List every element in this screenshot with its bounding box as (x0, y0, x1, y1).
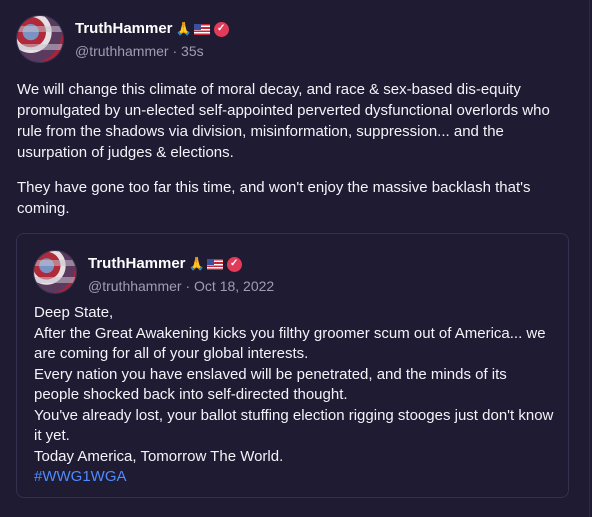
quote-date[interactable]: Oct 18, 2022 (194, 278, 274, 294)
us-flag-icon (193, 23, 210, 35)
praying-hands-icon: 🙏 (175, 21, 192, 36)
separator: · (172, 43, 178, 59)
verified-badge-icon: ✓ (226, 256, 242, 272)
quote-line: After the Great Awakening kicks you filt… (34, 324, 546, 363)
quote-line: Deep State, (34, 304, 114, 321)
hashtag-link[interactable]: #WWG1WGA (34, 467, 554, 488)
author-name-row[interactable]: TruthHammer 🙏 ✓ (75, 19, 229, 39)
post-paragraph: We will change this climate of moral dec… (17, 81, 550, 161)
quote-body: Deep State, After the Great Awakening ki… (34, 303, 554, 488)
quote-line: Every nation you have enslaved will be p… (34, 365, 507, 404)
quote-line: Today America, Tomorrow The World. (34, 447, 284, 465)
author-block: TruthHammer 🙏 ✓ @truthhammer · 35s (75, 19, 229, 64)
quote-handle-row: @truthhammer · Oct 18, 2022 (88, 278, 274, 294)
verified-badge-icon: ✓ (213, 21, 229, 37)
post-paragraph: They have gone too far this time, and wo… (17, 179, 531, 217)
post-header: TruthHammer 🙏 ✓ @truthhammer · 35s (17, 16, 229, 64)
praying-hands-icon: 🙏 (188, 256, 205, 271)
quote-line: You've already lost, your ballot stuffin… (34, 406, 554, 445)
handle-row: @truthhammer · 35s (75, 43, 229, 59)
quote-header: TruthHammer 🙏 ✓ @truthhammer · Oct 18, 2… (34, 251, 274, 299)
quote-author-block: TruthHammer 🙏 ✓ @truthhammer · Oct 18, 2… (88, 254, 274, 299)
post-body: We will change this climate of moral dec… (17, 79, 575, 233)
quote-avatar[interactable] (34, 251, 76, 293)
post-time[interactable]: 35s (181, 43, 204, 59)
quote-author-handle[interactable]: @truthhammer (88, 278, 182, 294)
separator: · (185, 278, 191, 294)
avatar[interactable] (17, 16, 63, 62)
quote-author-name-row[interactable]: TruthHammer 🙏 ✓ (88, 254, 274, 274)
post-card: TruthHammer 🙏 ✓ @truthhammer · 35s We wi… (0, 0, 590, 517)
author-handle[interactable]: @truthhammer (75, 43, 169, 59)
us-flag-icon (206, 258, 223, 270)
quoted-post[interactable]: TruthHammer 🙏 ✓ @truthhammer · Oct 18, 2… (16, 233, 569, 498)
author-name[interactable]: TruthHammer (75, 19, 173, 39)
quote-author-name[interactable]: TruthHammer (88, 254, 186, 274)
